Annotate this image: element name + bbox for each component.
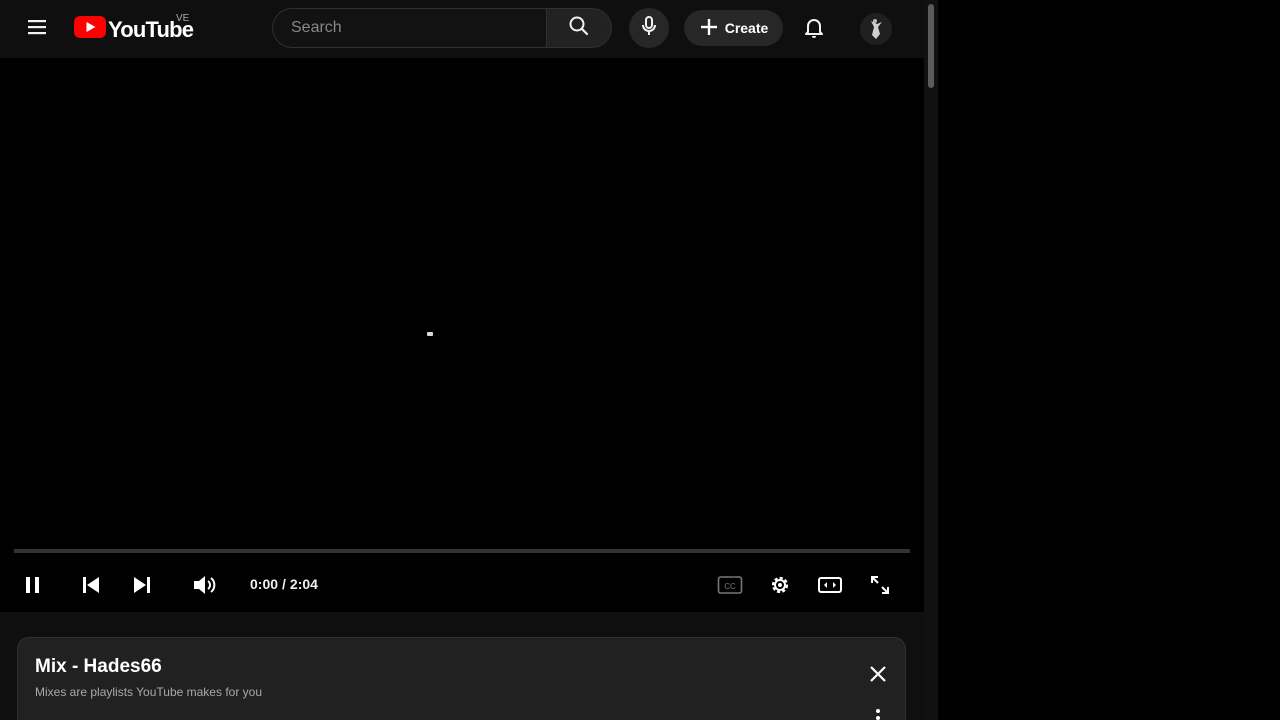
pause-icon (21, 573, 45, 602)
next-icon (130, 573, 154, 602)
current-time: 0:00 (250, 576, 279, 592)
search-input[interactable] (289, 18, 533, 38)
voice-search-button[interactable] (629, 8, 669, 48)
youtube-logo-icon (74, 15, 106, 44)
scrollbar-thumb[interactable] (928, 4, 934, 88)
youtube-watch-page: YouTube VE Create (0, 0, 1280, 720)
menu-button[interactable] (17, 9, 57, 49)
fullscreen-button[interactable] (862, 569, 898, 605)
create-label: Create (724, 20, 769, 36)
next-button[interactable] (124, 569, 160, 605)
microphone-icon (637, 14, 661, 43)
youtube-logo[interactable]: YouTube VE (74, 13, 194, 44)
progress-bar[interactable] (14, 549, 910, 553)
video-player[interactable]: 0:00 / 2:04 CC (0, 58, 924, 612)
search-box (272, 8, 546, 48)
volume-button[interactable] (186, 569, 222, 605)
avatar[interactable] (860, 13, 892, 45)
menu-icon (25, 15, 49, 44)
previous-icon (79, 573, 103, 602)
settings-button[interactable] (762, 569, 798, 605)
bell-icon (802, 15, 826, 44)
more-vert-icon (875, 708, 881, 720)
previous-button[interactable] (73, 569, 109, 605)
playlist-subtitle: Mixes are playlists YouTube makes for yo… (35, 685, 262, 699)
region-code: VE (176, 13, 190, 24)
page-scrollbar[interactable] (924, 0, 938, 720)
volume-icon (191, 572, 217, 603)
create-button[interactable]: Create (684, 10, 783, 46)
plus-icon (699, 17, 719, 40)
loading-indicator (427, 332, 433, 336)
search-icon (567, 14, 591, 43)
page-content: YouTube VE Create (0, 0, 924, 720)
search-button[interactable] (546, 8, 612, 48)
notifications-button[interactable] (794, 9, 834, 49)
playlist-more-button[interactable] (868, 708, 888, 720)
playlist-panel: Mix - Hades66 Mixes are playlists YouTub… (17, 637, 906, 720)
close-playlist-button[interactable] (860, 658, 896, 694)
captions-button[interactable]: CC (712, 569, 748, 605)
theater-mode-icon (817, 575, 843, 600)
svg-text:CC: CC (724, 582, 736, 591)
time-display: 0:00 / 2:04 (250, 576, 318, 592)
time-separator: / (282, 576, 286, 592)
settings-icon (768, 573, 792, 602)
duration: 2:04 (289, 576, 318, 592)
pause-button[interactable] (15, 569, 51, 605)
player-controls: 0:00 / 2:04 CC (0, 563, 924, 611)
playlist-title[interactable]: Mix - Hades66 (35, 656, 162, 678)
fullscreen-icon (868, 573, 892, 602)
masthead: YouTube VE Create (0, 0, 924, 58)
captions-icon: CC (717, 575, 743, 600)
close-icon (868, 664, 888, 689)
theater-mode-button[interactable] (812, 569, 848, 605)
